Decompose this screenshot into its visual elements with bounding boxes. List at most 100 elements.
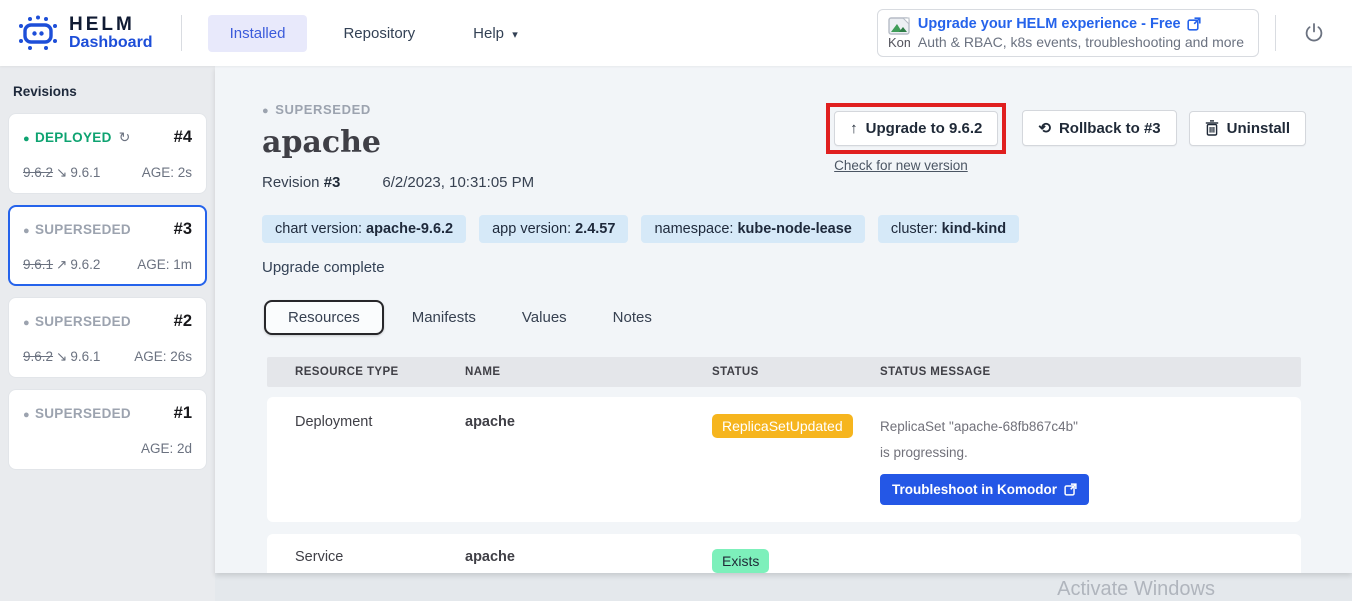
status-message-cell: ReplicaSet "apache-68fb867c4b" is progre… xyxy=(880,414,1273,505)
status-dot-icon: ● xyxy=(23,409,30,421)
rollback-icon: ⟲ xyxy=(1038,119,1051,137)
trash-icon xyxy=(1205,120,1219,136)
status-dot-icon: ● xyxy=(23,133,30,145)
helm-logo-text: HELM Dashboard xyxy=(69,15,153,52)
revision-versions: 9.6.1↗9.6.2 xyxy=(23,257,100,273)
revision-status-superseded: ●SUPERSEDED xyxy=(23,406,131,421)
col-header-status: STATUS xyxy=(712,366,880,378)
status-dot-icon: ● xyxy=(262,105,269,117)
helm-logo[interactable]: HELM Dashboard xyxy=(16,13,153,53)
topbar-divider xyxy=(181,15,182,51)
revision-card-4[interactable]: ●DEPLOYED↻ #4 9.6.2↘9.6.1 AGE: 2s xyxy=(8,113,207,194)
revision-age: AGE: 1m xyxy=(137,257,192,272)
red-highlight-box: ↑Upgrade to 9.6.2 xyxy=(826,103,1006,154)
tab-values[interactable]: Values xyxy=(504,300,585,335)
revision-card-2[interactable]: ●SUPERSEDED #2 9.6.2↘9.6.1 AGE: 26s xyxy=(8,297,207,378)
resource-name-cell: apache xyxy=(465,549,712,565)
revision-status-deployed: ●DEPLOYED↻ xyxy=(23,129,131,146)
status-message-text: ReplicaSet "apache-68fb867c4b" is progre… xyxy=(880,414,1085,465)
revisions-sidebar: Revisions ●DEPLOYED↻ #4 9.6.2↘9.6.1 AGE:… xyxy=(0,66,215,601)
body: Revisions ●DEPLOYED↻ #4 9.6.2↘9.6.1 AGE:… xyxy=(0,66,1352,601)
helm-dashboard-app: HELM Dashboard Installed Repository Help… xyxy=(0,0,1352,601)
logo-line1: HELM xyxy=(69,15,153,35)
col-header-name: NAME xyxy=(465,366,712,378)
upgrade-button[interactable]: ↑Upgrade to 9.6.2 xyxy=(834,111,998,146)
revision-card-top: ●SUPERSEDED #3 xyxy=(23,220,192,239)
tab-notes[interactable]: Notes xyxy=(595,300,670,335)
banner-image-alt-text: Komod xyxy=(888,35,910,50)
logo-line2: Dashboard xyxy=(69,35,153,52)
revision-card-3-selected[interactable]: ●SUPERSEDED #3 9.6.1↗9.6.2 AGE: 1m xyxy=(8,205,207,286)
topbar-right: Komod Upgrade your HELM experience - Fre… xyxy=(877,9,1334,57)
revision-card-bottom: 9.6.2↘9.6.1 AGE: 2s xyxy=(23,164,192,181)
revision-card-top: ●DEPLOYED↻ #4 xyxy=(23,128,192,147)
arrow-up-right-icon: ↗ xyxy=(56,257,67,272)
tab-manifests[interactable]: Manifests xyxy=(394,300,494,335)
release-description-text: Upgrade complete xyxy=(262,259,1306,276)
komodor-broken-image: Komod xyxy=(888,17,910,50)
status-dot-icon: ● xyxy=(23,225,30,237)
revision-number: #3 xyxy=(174,220,192,239)
reload-icon: ↻ xyxy=(119,129,131,145)
power-icon xyxy=(1303,22,1325,44)
release-header-actions: ↑Upgrade to 9.6.2 ⟲Rollback to #3 xyxy=(834,102,1306,191)
tab-resources[interactable]: Resources xyxy=(264,300,384,335)
detail-tabs: Resources Manifests Values Notes xyxy=(264,300,1306,335)
resources-table: RESOURCE TYPE NAME STATUS STATUS MESSAGE… xyxy=(267,357,1301,573)
bottom-strip: Activate Windows xyxy=(215,573,1352,601)
komodor-promo-banner[interactable]: Komod Upgrade your HELM experience - Fre… xyxy=(877,9,1259,57)
revision-card-1[interactable]: ●SUPERSEDED #1 AGE: 2d xyxy=(8,389,207,470)
broken-image-icon xyxy=(888,17,910,35)
status-badge-replicasetupdated: ReplicaSetUpdated xyxy=(712,414,853,438)
banner-subtitle: Auth & RBAC, k8s events, troubleshooting… xyxy=(918,34,1244,50)
revision-versions: 9.6.2↘9.6.1 xyxy=(23,165,100,181)
revision-versions: 9.6.2↘9.6.1 xyxy=(23,349,100,365)
troubleshoot-komodor-button[interactable]: Troubleshoot in Komodor xyxy=(880,474,1089,505)
namespace-chip: namespace:kube-node-lease xyxy=(641,215,864,243)
arrow-down-right-icon: ↘ xyxy=(56,165,67,180)
release-status-badge: ●SUPERSEDED xyxy=(262,102,834,117)
external-link-icon xyxy=(1064,483,1077,496)
chart-version-chip: chart version:apache-9.6.2 xyxy=(262,215,466,243)
uninstall-button[interactable]: Uninstall xyxy=(1189,111,1306,146)
revision-age: AGE: 26s xyxy=(134,349,192,364)
help-label: Help xyxy=(473,25,504,42)
revision-card-top: ●SUPERSEDED #1 xyxy=(23,404,192,423)
page-title: apache xyxy=(262,125,834,160)
release-detail-panel: ●SUPERSEDED apache Revision #3 6/2/2023,… xyxy=(215,66,1352,573)
status-badge-exists: Exists xyxy=(712,549,769,573)
resource-status-cell: Exists xyxy=(712,549,880,573)
helm-logo-icon xyxy=(16,13,60,53)
col-header-status-message: STATUS MESSAGE xyxy=(880,366,1273,378)
revision-status-superseded: ●SUPERSEDED xyxy=(23,314,131,329)
banner-title-row: Upgrade your HELM experience - Free xyxy=(918,16,1244,32)
metadata-chips-row: chart version:apache-9.6.2 app version:2… xyxy=(262,215,1306,243)
table-row-deployment: Deployment apache ReplicaSetUpdated Repl… xyxy=(267,397,1301,522)
arrow-down-right-icon: ↘ xyxy=(56,349,67,364)
rollback-button[interactable]: ⟲Rollback to #3 xyxy=(1022,110,1176,146)
nav-menu-help[interactable]: Help ▾ xyxy=(451,15,540,52)
app-version-chip: app version:2.4.57 xyxy=(479,215,628,243)
revision-number: #1 xyxy=(174,404,192,423)
table-header-row: RESOURCE TYPE NAME STATUS STATUS MESSAGE xyxy=(267,357,1301,387)
revision-info-row: Revision #3 6/2/2023, 10:31:05 PM xyxy=(262,174,834,191)
banner-title[interactable]: Upgrade your HELM experience - Free xyxy=(918,16,1181,32)
banner-text: Upgrade your HELM experience - Free Auth… xyxy=(918,16,1244,50)
cluster-chip: cluster:kind-kind xyxy=(878,215,1019,243)
table-row-service: Service apache Exists xyxy=(267,534,1301,573)
release-header: ●SUPERSEDED apache Revision #3 6/2/2023,… xyxy=(262,102,1306,191)
chevron-down-icon: ▾ xyxy=(512,29,518,41)
topbar-right-divider xyxy=(1275,15,1276,51)
action-buttons-row: ↑Upgrade to 9.6.2 ⟲Rollback to #3 xyxy=(834,110,1306,146)
nav-tab-installed[interactable]: Installed xyxy=(208,15,308,52)
col-header-resource-type: RESOURCE TYPE xyxy=(295,366,465,378)
revision-age: AGE: 2d xyxy=(141,441,192,456)
revisions-title: Revisions xyxy=(13,84,207,99)
revision-card-bottom: AGE: 2d xyxy=(23,440,192,457)
check-new-version-link[interactable]: Check for new version xyxy=(834,158,968,173)
revision-datetime: 6/2/2023, 10:31:05 PM xyxy=(382,174,534,191)
nav-tab-repository[interactable]: Repository xyxy=(321,15,437,52)
shutdown-button[interactable] xyxy=(1294,22,1334,44)
revision-status-superseded: ●SUPERSEDED xyxy=(23,222,131,237)
revision-number: #4 xyxy=(174,128,192,147)
